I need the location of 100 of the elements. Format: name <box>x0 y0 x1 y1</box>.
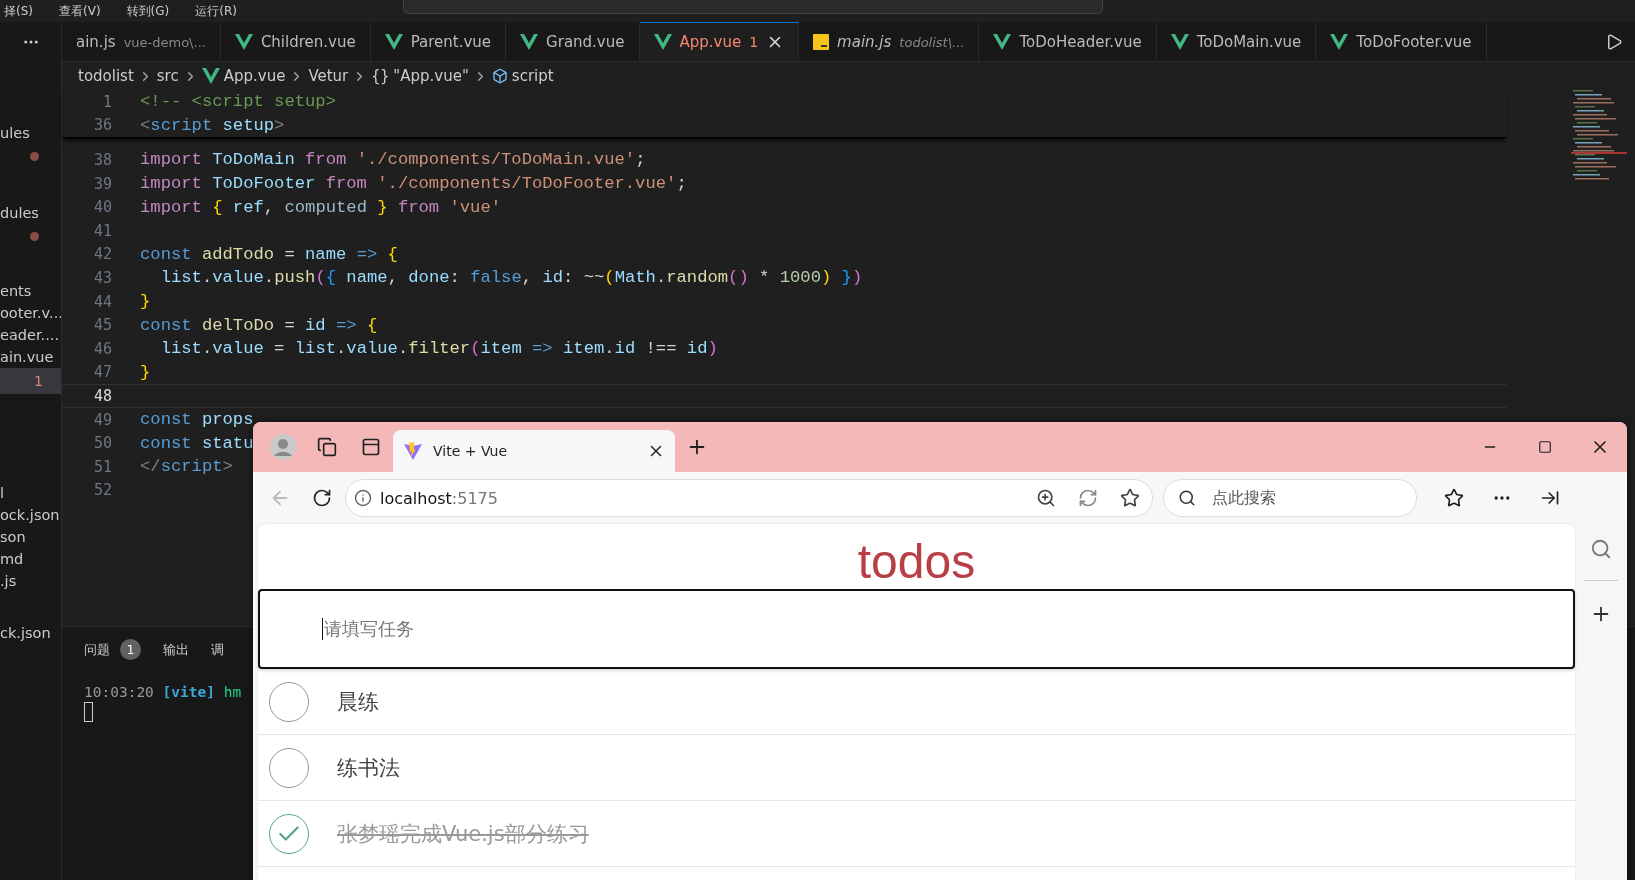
vue-icon <box>1170 34 1189 50</box>
cube-icon <box>491 68 508 84</box>
command-center-field[interactable] <box>402 0 1103 14</box>
panel-tab[interactable]: 调 <box>211 640 224 659</box>
line-number: 50 <box>92 434 112 453</box>
todo-label: 晨练 <box>337 688 379 716</box>
refresh-icon[interactable] <box>312 488 332 508</box>
code-line: <!-- <script setup> <box>140 92 336 112</box>
code-line: list.value.push({ name, done: false, id: ~~(Math.random() * 1000) }) <box>159 268 863 288</box>
tab-label: ain.js <box>76 33 116 51</box>
selected-file-item[interactable]: 1 <box>0 368 61 394</box>
browser-tab[interactable]: Vite + Vue <box>393 430 675 472</box>
tab-label: App.vue <box>679 33 742 51</box>
favorites-icon[interactable] <box>1444 488 1464 508</box>
line-number: 1 <box>101 92 112 111</box>
code-line: const addTodo = name => { <box>140 244 398 264</box>
vue-icon <box>384 34 403 50</box>
search-field[interactable]: 点此搜索 <box>1163 479 1417 517</box>
file-item[interactable]: dules <box>0 202 39 224</box>
editor-tab[interactable]: App.vue 1 <box>639 22 800 61</box>
file-item[interactable]: ooter.v... <box>0 302 61 324</box>
code-line: } <box>140 292 151 312</box>
page-title: todos <box>856 534 977 589</box>
code-line: import { ref, computed } from 'vue' <box>140 197 502 217</box>
search-icon[interactable] <box>1590 538 1612 560</box>
file-item[interactable]: .js <box>0 570 17 592</box>
line-number: 41 <box>92 221 112 240</box>
menu-item[interactable]: 查看(V) <box>59 4 101 18</box>
panel-tab[interactable]: 问题 <box>84 640 110 659</box>
sync-icon[interactable] <box>1078 488 1098 508</box>
terminal-text: hm <box>223 684 242 700</box>
code-line: <script setup> <box>140 115 285 135</box>
code-line: } <box>140 362 151 382</box>
file-item[interactable]: ain.vue <box>0 346 54 368</box>
file-item[interactable]: eader.... <box>0 324 59 346</box>
line-number: 44 <box>92 292 112 311</box>
breadcrumb-item[interactable]: src <box>156 67 179 85</box>
tab-label: Parent.vue <box>410 33 492 51</box>
run-icon[interactable] <box>1605 32 1623 51</box>
line-number: 38 <box>92 151 112 169</box>
tab-label: Children.vue <box>260 33 356 51</box>
url-text: localhost:5175 <box>380 488 499 508</box>
star-icon[interactable] <box>1120 488 1140 508</box>
tab-path: todolist\... <box>899 34 965 50</box>
code-line: import ToDoMain from './components/ToDoMain.vue'; <box>140 150 646 170</box>
breadcrumb-item[interactable]: App.vue <box>223 67 286 85</box>
line-number: 45 <box>92 316 112 335</box>
panel-tab[interactable]: 输出 <box>163 640 189 659</box>
tab-label: ToDoFooter.vue <box>1356 33 1472 51</box>
code-line: const delToDo = id => { <box>140 315 378 335</box>
file-item[interactable]: ock.json <box>0 504 60 526</box>
line-number: 36 <box>92 116 112 135</box>
file-item[interactable]: l <box>0 482 5 504</box>
info-icon[interactable] <box>354 489 372 507</box>
terminal-tag: [vite] <box>162 684 215 700</box>
code-line: </script> <box>140 457 233 477</box>
line-number: 39 <box>92 174 112 193</box>
sidebar-toggle-icon[interactable] <box>1540 488 1560 508</box>
line-number: 47 <box>92 363 112 382</box>
todo-label: 练书法 <box>337 754 400 782</box>
file-item[interactable]: ents <box>0 280 32 302</box>
vue-icon <box>234 34 253 50</box>
problem-count: 1 <box>749 34 759 50</box>
line-number: 48 <box>92 386 112 405</box>
breadcrumb-item[interactable]: Vetur <box>308 67 349 85</box>
tab-label: Grand.vue <box>546 33 625 51</box>
terminal-cursor <box>84 702 93 722</box>
collections-icon[interactable] <box>317 437 337 457</box>
tab-title: Vite + Vue <box>433 443 508 459</box>
tab-label: ToDoMain.vue <box>1196 33 1302 51</box>
file-item[interactable]: ules <box>0 122 30 144</box>
tab-actions-icon[interactable] <box>361 437 381 457</box>
task-input-field[interactable]: 请填写任务 <box>258 589 1575 669</box>
maximize-icon[interactable] <box>1537 440 1552 454</box>
file-item[interactable]: ck.json <box>0 622 51 644</box>
line-number: 46 <box>92 339 112 358</box>
modified-dot-icon <box>30 152 39 161</box>
code-line: list.value = list.value.filter(item => item.id !== id) <box>159 339 718 359</box>
file-item[interactable]: son <box>0 526 26 548</box>
search-input[interactable]: 点此搜索 <box>1210 488 1402 508</box>
breadcrumb-item[interactable]: todolist <box>78 67 134 85</box>
breadcrumb-item[interactable]: "App.vue" <box>393 67 469 85</box>
code-line: import ToDoFooter from './components/ToDoFooter.vue'; <box>140 174 687 194</box>
search-icon <box>1178 489 1196 507</box>
vite-logo-icon <box>403 441 423 461</box>
address-bar[interactable]: localhost:5175 <box>345 479 1153 517</box>
tab-path: vue-demo\... <box>123 34 206 50</box>
zoom-icon[interactable] <box>1036 488 1056 508</box>
vue-icon <box>1330 34 1349 50</box>
line-number: 52 <box>92 481 112 500</box>
menu-item[interactable]: 运行(R) <box>195 4 237 18</box>
file-item[interactable]: md <box>0 548 24 570</box>
terminal-time: 10:03:20 <box>84 684 154 700</box>
breadcrumb-item[interactable]: script <box>511 67 554 85</box>
menu-item[interactable]: 择(S) <box>4 4 33 18</box>
vue-icon <box>993 34 1012 50</box>
braces-icon: {} <box>371 67 390 85</box>
menu-item[interactable]: 转到(G) <box>126 4 170 18</box>
modified-dot-icon <box>30 232 39 241</box>
line-number: 40 <box>92 198 112 217</box>
